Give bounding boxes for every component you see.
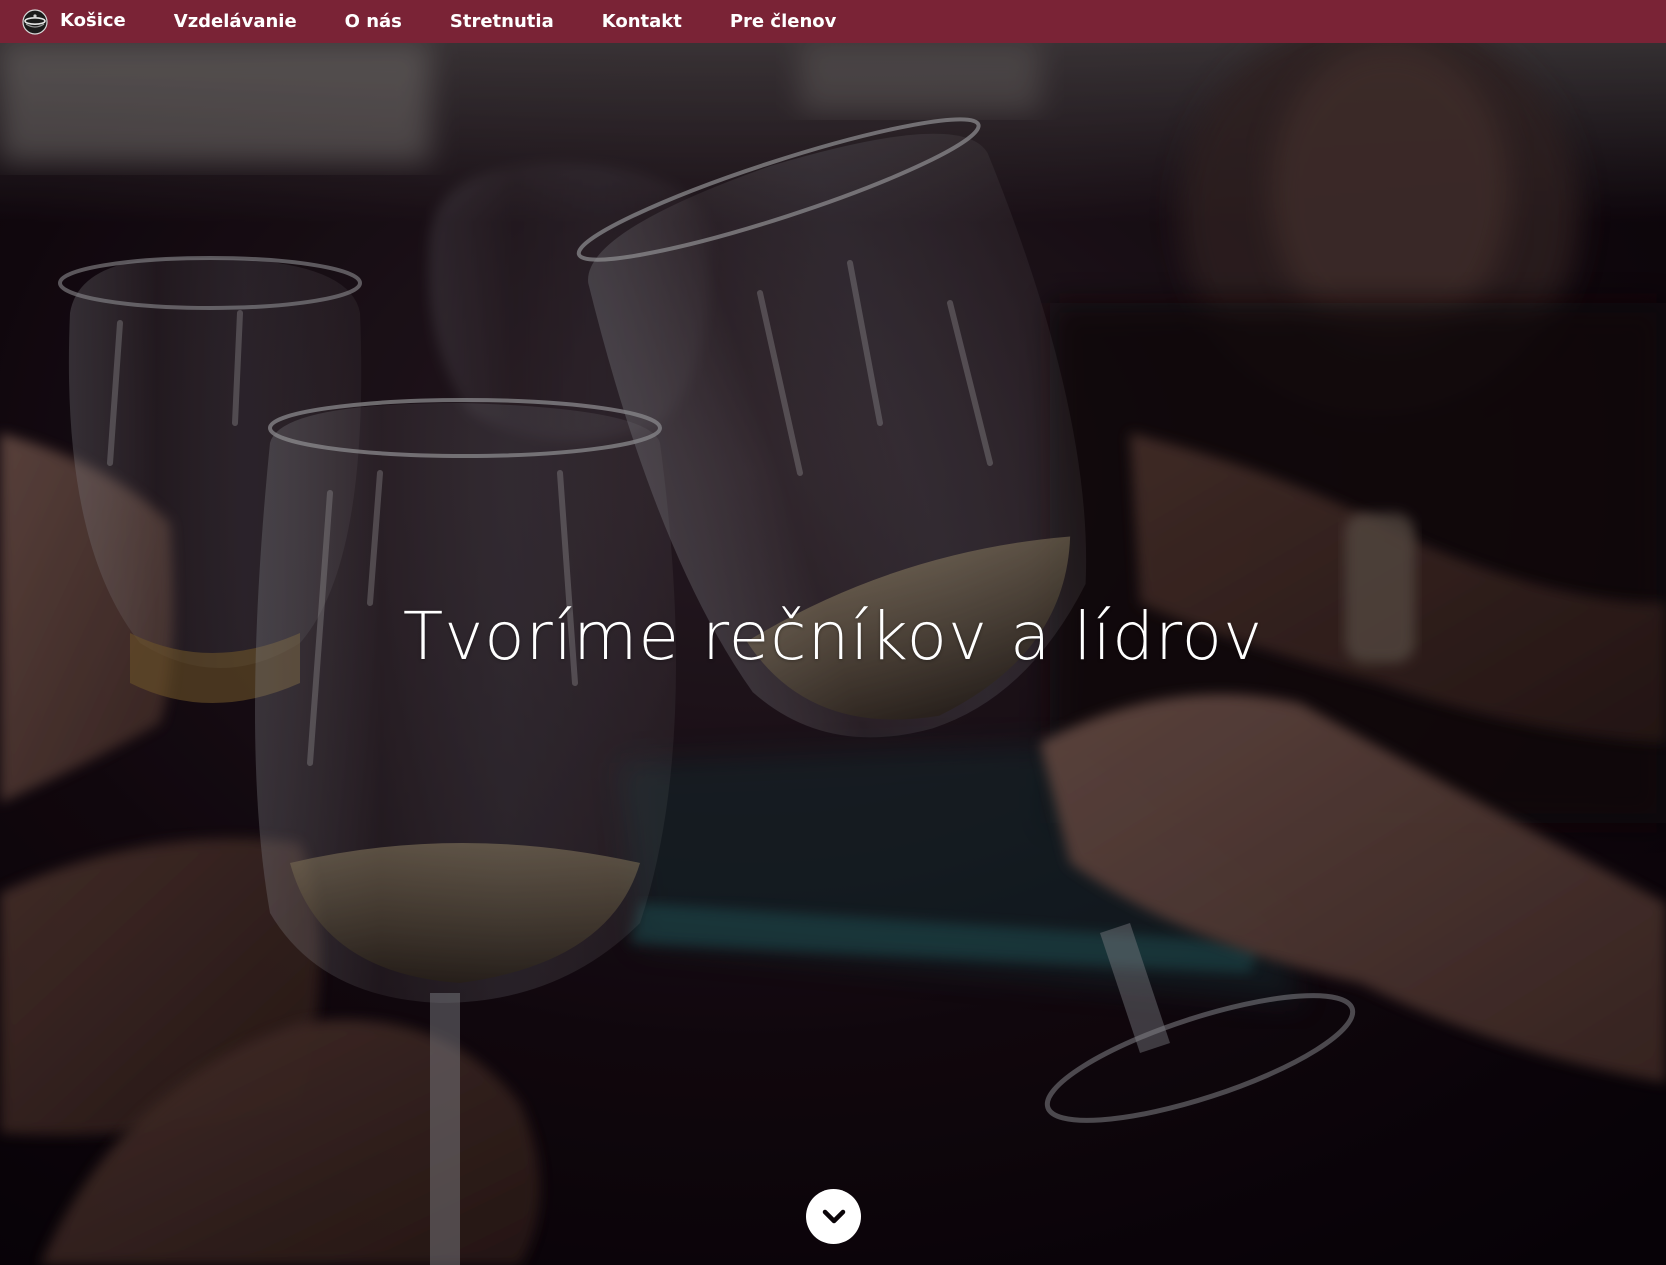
brand-link[interactable]: Košice (22, 8, 126, 35)
top-navbar: Košice Vzdelávanie O nás Stretnutia Kont… (0, 0, 1666, 43)
nav-item-pre-clenov[interactable]: Pre členov (730, 11, 837, 32)
nav-item-kontakt[interactable]: Kontakt (602, 11, 682, 32)
hero-title: Tvoríme rečníkov a lídrov (402, 598, 1264, 675)
scroll-down-button[interactable] (806, 1189, 861, 1244)
nav-item-vzdelavanie[interactable]: Vzdelávanie (174, 11, 297, 32)
nav-item-o-nas[interactable]: O nás (345, 11, 402, 32)
toastmasters-logo-icon (22, 8, 48, 35)
chevron-down-icon (822, 1209, 845, 1223)
nav-item-stretnutia[interactable]: Stretnutia (450, 11, 554, 32)
hero-section: Tvoríme rečníkov a lídrov (0, 43, 1666, 1265)
brand-label: Košice (60, 10, 126, 31)
